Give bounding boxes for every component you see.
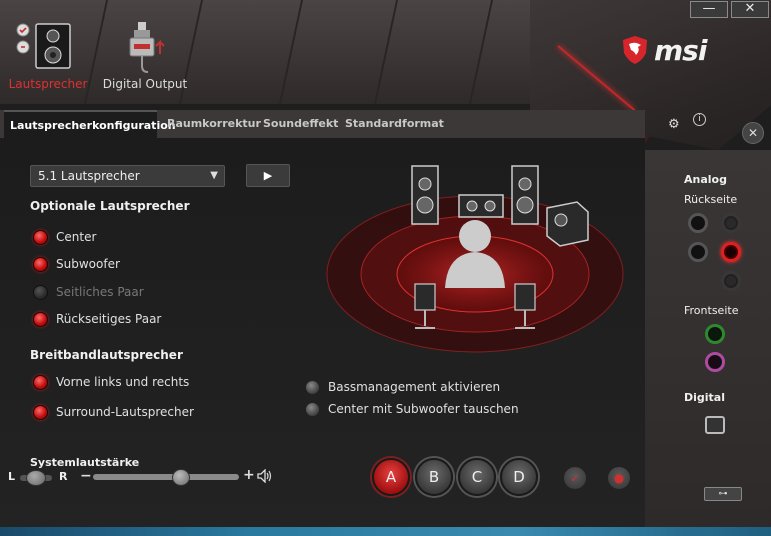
option-label: Surround-Lautsprecher (56, 405, 194, 419)
front-left-speaker-icon (411, 165, 439, 225)
option-surround[interactable]: Surround-Lautsprecher (33, 404, 194, 420)
preset-a-button[interactable]: A (372, 458, 410, 496)
led-toggle-icon[interactable] (33, 374, 48, 390)
tab-room-correction[interactable]: Raumkorrektur (161, 110, 267, 138)
volume-minus-label: − (80, 468, 92, 484)
center-speaker-icon (458, 194, 504, 218)
option-label: Seitliches Paar (56, 285, 144, 299)
rear-jack-5[interactable] (721, 271, 741, 291)
led-toggle-icon[interactable] (33, 229, 48, 245)
led-toggle-icon[interactable] (33, 311, 48, 327)
header-decoration (278, 0, 304, 104)
header-decoration (468, 0, 494, 104)
volume-plus-label: + (243, 467, 255, 483)
tab-sound-effect[interactable]: Soundeffekt (257, 110, 344, 138)
audio-manager-window: — ✕ msi Lautsprecher Digital Output Laut… (0, 0, 771, 527)
device-digital-output-button[interactable]: Digital Output (98, 20, 192, 100)
optical-cable-icon (129, 22, 165, 73)
fullrange-speakers-title: Breitbandlautsprecher (30, 348, 183, 362)
led-toggle-icon (33, 284, 48, 300)
option-label: Center (56, 230, 97, 244)
header-decoration (373, 0, 399, 104)
preset-d-button[interactable]: D (500, 458, 538, 496)
digital-port-icon[interactable] (705, 416, 725, 434)
logo-text: msi (654, 33, 707, 67)
optional-speakers-title: Optionale Lautsprecher (30, 199, 190, 213)
subwoofer-icon (546, 201, 589, 247)
msi-logo: msi (622, 33, 707, 67)
option-rear-pair[interactable]: Rückseitiges Paar (33, 311, 161, 327)
speaker-stage-illustration (326, 165, 624, 353)
tab-default-format[interactable]: Standardformat (339, 110, 450, 138)
balance-left-label: L (8, 470, 16, 483)
dragon-shield-icon (623, 36, 647, 64)
front-panel-title: Frontseite (684, 304, 739, 317)
speaker-config-value: 5.1 Lautsprecher (38, 169, 140, 183)
app-root: — ✕ msi Lautsprecher Digital Output Laut… (0, 0, 771, 536)
led-toggle-icon[interactable] (305, 379, 320, 395)
option-subwoofer[interactable]: Subwoofer (33, 256, 120, 272)
option-label: Rückseitiges Paar (56, 312, 162, 326)
device-speaker-button[interactable]: Lautsprecher (8, 20, 88, 100)
balance-slider-handle[interactable] (26, 470, 46, 486)
analog-title: Analog (684, 173, 727, 186)
speaker-config-select[interactable]: 5.1 Lautsprecher ▼ (30, 165, 225, 187)
preset-c-button[interactable]: C (458, 458, 496, 496)
tab-bar: Lautsprecherkonfiguration Raumkorrektur … (0, 110, 645, 138)
option-center[interactable]: Center (33, 229, 96, 245)
tab-speaker-config[interactable]: Lautsprecherkonfiguration (4, 110, 176, 138)
option-swap-center-sub[interactable]: Center mit Subwoofer tauschen (305, 401, 519, 417)
option-front-lr[interactable]: Vorne links und rechts (33, 374, 189, 390)
record-icon[interactable]: ● (607, 466, 631, 490)
gear-icon[interactable]: ⚙ (668, 118, 682, 132)
front-headphone-jack[interactable] (705, 324, 725, 344)
option-side-pair: Seitliches Paar (33, 284, 144, 300)
connector-settings-icon[interactable]: ⊶ (704, 487, 742, 501)
rear-panel-title: Rückseite (684, 193, 738, 206)
option-label: Bassmanagement aktivieren (328, 380, 501, 394)
front-right-speaker-icon (511, 165, 539, 225)
rear-jack-4[interactable] (721, 242, 741, 262)
volume-slider-handle[interactable] (171, 469, 190, 486)
checkmark-icon[interactable]: ✓ (563, 466, 587, 490)
preset-b-button[interactable]: B (415, 458, 453, 496)
close-button[interactable]: ✕ (731, 1, 769, 18)
option-bass-management[interactable]: Bassmanagement aktivieren (305, 379, 500, 395)
rear-jack-3[interactable] (688, 242, 708, 262)
front-mic-jack[interactable] (705, 352, 725, 372)
speaker-device-icon (16, 23, 71, 69)
device-speaker-label: Lautsprecher (8, 77, 88, 91)
desktop-background (0, 526, 771, 536)
digital-title: Digital (684, 391, 725, 404)
volume-slider-track[interactable] (93, 474, 239, 480)
option-label: Vorne links und rechts (56, 375, 190, 389)
chevron-down-icon: ▼ (210, 170, 218, 181)
device-digital-output-label: Digital Output (102, 77, 188, 91)
speaker-mute-icon[interactable] (257, 469, 273, 483)
info-icon[interactable]: i (693, 113, 706, 126)
option-label: Subwoofer (56, 257, 120, 271)
tools-icon[interactable]: ✕ (742, 122, 764, 144)
led-toggle-icon[interactable] (305, 401, 320, 417)
play-test-button[interactable]: ▶ (246, 164, 290, 187)
option-label: Center mit Subwoofer tauschen (328, 402, 519, 416)
rear-jack-2[interactable] (721, 213, 741, 233)
minimize-button[interactable]: — (690, 1, 728, 18)
rear-jack-1[interactable] (688, 213, 708, 233)
led-toggle-icon[interactable] (33, 256, 48, 272)
led-toggle-icon[interactable] (33, 404, 48, 420)
balance-right-label: R (59, 470, 68, 483)
